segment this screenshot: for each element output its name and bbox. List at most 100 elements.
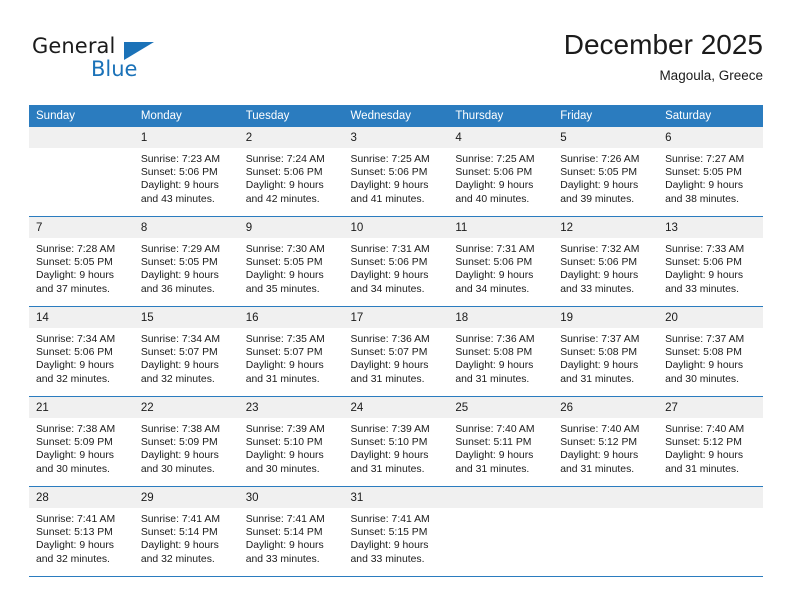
- day-cell[interactable]: 25 Sunrise: 7:40 AM Sunset: 5:11 PM Dayl…: [448, 396, 554, 487]
- day-cell[interactable]: [448, 486, 554, 577]
- sunset-text: Sunset: 5:06 PM: [350, 257, 428, 269]
- day-cell[interactable]: [658, 486, 763, 577]
- day-cell[interactable]: 13 Sunrise: 7:33 AM Sunset: 5:06 PM Dayl…: [658, 216, 763, 307]
- day-cell[interactable]: 21 Sunrise: 7:38 AM Sunset: 5:09 PM Dayl…: [29, 396, 134, 487]
- daylight-text-line2: and 30 minutes.: [245, 463, 320, 475]
- daylight-text-line2: and 30 minutes.: [665, 373, 739, 385]
- sunrise-text: Sunrise: 7:38 AM: [36, 424, 116, 435]
- daylight-text-line1: Daylight: 9 hours: [560, 270, 639, 282]
- day-number: 9: [238, 217, 344, 238]
- day-details: [658, 508, 763, 513]
- sunset-text: Sunset: 5:15 PM: [350, 527, 428, 539]
- daylight-text-line2: and 30 minutes.: [140, 463, 215, 475]
- day-number: 20: [658, 307, 763, 328]
- weekday-header-thursday: Thursday: [448, 105, 554, 127]
- daylight-text-line2: and 32 minutes.: [140, 373, 215, 385]
- day-cell[interactable]: [29, 127, 134, 217]
- day-cell[interactable]: 14 Sunrise: 7:34 AM Sunset: 5:06 PM Dayl…: [29, 306, 134, 397]
- day-details: [553, 508, 658, 513]
- day-cell[interactable]: 28 Sunrise: 7:41 AM Sunset: 5:13 PM Dayl…: [29, 486, 134, 577]
- day-number: 6: [658, 127, 763, 148]
- day-cell[interactable]: 4 Sunrise: 7:25 AM Sunset: 5:06 PM Dayli…: [448, 127, 554, 217]
- day-number: [553, 487, 659, 508]
- day-cell[interactable]: 8 Sunrise: 7:29 AM Sunset: 5:05 PM Dayli…: [133, 216, 239, 307]
- day-details: Sunrise: 7:41 AM Sunset: 5:14 PM Dayligh…: [239, 508, 344, 566]
- day-cell[interactable]: 30 Sunrise: 7:41 AM Sunset: 5:14 PM Dayl…: [238, 486, 344, 577]
- day-cell[interactable]: [553, 486, 659, 577]
- sunrise-text: Sunrise: 7:41 AM: [36, 514, 116, 525]
- sunrise-text: Sunrise: 7:39 AM: [245, 424, 325, 435]
- weekday-header-sunday: Sunday: [29, 105, 134, 127]
- day-cell[interactable]: 27 Sunrise: 7:40 AM Sunset: 5:12 PM Dayl…: [658, 396, 763, 487]
- daylight-text-line2: and 33 minutes.: [245, 553, 320, 565]
- day-cell[interactable]: 26 Sunrise: 7:40 AM Sunset: 5:12 PM Dayl…: [553, 396, 659, 487]
- day-number: 11: [448, 217, 554, 238]
- week-row: 28 Sunrise: 7:41 AM Sunset: 5:13 PM Dayl…: [29, 486, 763, 577]
- day-number: [658, 487, 763, 508]
- day-details: Sunrise: 7:39 AM Sunset: 5:10 PM Dayligh…: [344, 418, 449, 476]
- day-details: [448, 508, 553, 513]
- day-cell[interactable]: 22 Sunrise: 7:38 AM Sunset: 5:09 PM Dayl…: [133, 396, 239, 487]
- daylight-text-line1: Daylight: 9 hours: [665, 180, 744, 192]
- daylight-text-line2: and 31 minutes.: [560, 463, 635, 475]
- day-cell[interactable]: 6 Sunrise: 7:27 AM Sunset: 5:05 PM Dayli…: [658, 127, 763, 217]
- day-cell[interactable]: 17 Sunrise: 7:36 AM Sunset: 5:07 PM Dayl…: [343, 306, 449, 397]
- daylight-text-line1: Daylight: 9 hours: [245, 450, 324, 462]
- day-cell[interactable]: 9 Sunrise: 7:30 AM Sunset: 5:05 PM Dayli…: [238, 216, 344, 307]
- day-details: Sunrise: 7:40 AM Sunset: 5:12 PM Dayligh…: [658, 418, 763, 476]
- daylight-text-line1: Daylight: 9 hours: [140, 450, 219, 462]
- sunrise-text: Sunrise: 7:27 AM: [665, 154, 745, 165]
- week-row: 14 Sunrise: 7:34 AM Sunset: 5:06 PM Dayl…: [29, 306, 763, 397]
- day-cell[interactable]: 12 Sunrise: 7:32 AM Sunset: 5:06 PM Dayl…: [553, 216, 659, 307]
- general-blue-logo[interactable]: General Blue: [29, 28, 229, 90]
- day-details: Sunrise: 7:34 AM Sunset: 5:07 PM Dayligh…: [134, 328, 239, 386]
- day-cell[interactable]: 5 Sunrise: 7:26 AM Sunset: 5:05 PM Dayli…: [553, 127, 659, 217]
- day-cell[interactable]: 31 Sunrise: 7:41 AM Sunset: 5:15 PM Dayl…: [343, 486, 449, 577]
- day-number: 27: [658, 397, 763, 418]
- day-number: 12: [553, 217, 659, 238]
- sunrise-text: Sunrise: 7:26 AM: [560, 154, 640, 165]
- daylight-text-line1: Daylight: 9 hours: [665, 270, 744, 282]
- day-number: 17: [343, 307, 449, 328]
- day-cell[interactable]: 15 Sunrise: 7:34 AM Sunset: 5:07 PM Dayl…: [133, 306, 239, 397]
- day-cell[interactable]: 18 Sunrise: 7:36 AM Sunset: 5:08 PM Dayl…: [448, 306, 554, 397]
- sunset-text: Sunset: 5:09 PM: [140, 437, 218, 449]
- day-details: Sunrise: 7:24 AM Sunset: 5:06 PM Dayligh…: [239, 148, 344, 206]
- sunset-text: Sunset: 5:06 PM: [665, 257, 742, 269]
- day-number: 23: [238, 397, 344, 418]
- sunset-text: Sunset: 5:14 PM: [245, 527, 323, 539]
- sunrise-text: Sunrise: 7:31 AM: [455, 244, 535, 255]
- day-cell[interactable]: 7 Sunrise: 7:28 AM Sunset: 5:05 PM Dayli…: [29, 216, 134, 307]
- day-details: Sunrise: 7:36 AM Sunset: 5:07 PM Dayligh…: [344, 328, 449, 386]
- day-cell[interactable]: 3 Sunrise: 7:25 AM Sunset: 5:06 PM Dayli…: [343, 127, 449, 217]
- day-cell[interactable]: 19 Sunrise: 7:37 AM Sunset: 5:08 PM Dayl…: [553, 306, 659, 397]
- day-cell[interactable]: 2 Sunrise: 7:24 AM Sunset: 5:06 PM Dayli…: [238, 127, 344, 217]
- day-cell[interactable]: 29 Sunrise: 7:41 AM Sunset: 5:14 PM Dayl…: [133, 486, 239, 577]
- day-number: 26: [553, 397, 659, 418]
- day-cell[interactable]: 24 Sunrise: 7:39 AM Sunset: 5:10 PM Dayl…: [343, 396, 449, 487]
- day-details: Sunrise: 7:39 AM Sunset: 5:10 PM Dayligh…: [239, 418, 344, 476]
- sunset-text: Sunset: 5:05 PM: [36, 257, 113, 269]
- sunrise-text: Sunrise: 7:24 AM: [245, 154, 325, 165]
- day-details: Sunrise: 7:40 AM Sunset: 5:12 PM Dayligh…: [553, 418, 658, 476]
- daylight-text-line2: and 31 minutes.: [350, 463, 425, 475]
- daylight-text-line1: Daylight: 9 hours: [350, 540, 429, 552]
- daylight-text-line2: and 34 minutes.: [350, 283, 425, 295]
- day-cell[interactable]: 10 Sunrise: 7:31 AM Sunset: 5:06 PM Dayl…: [343, 216, 449, 307]
- week-row: 1 Sunrise: 7:23 AM Sunset: 5:06 PM Dayli…: [29, 127, 763, 217]
- logo-text-general: General: [32, 34, 116, 58]
- day-cell[interactable]: 11 Sunrise: 7:31 AM Sunset: 5:06 PM Dayl…: [448, 216, 554, 307]
- sunrise-text: Sunrise: 7:41 AM: [350, 514, 430, 525]
- day-cell[interactable]: 16 Sunrise: 7:35 AM Sunset: 5:07 PM Dayl…: [238, 306, 344, 397]
- day-cell[interactable]: 20 Sunrise: 7:37 AM Sunset: 5:08 PM Dayl…: [658, 306, 763, 397]
- day-cell[interactable]: 23 Sunrise: 7:39 AM Sunset: 5:10 PM Dayl…: [238, 396, 344, 487]
- sunrise-text: Sunrise: 7:38 AM: [140, 424, 220, 435]
- day-details: Sunrise: 7:25 AM Sunset: 5:06 PM Dayligh…: [448, 148, 553, 206]
- logo-text-blue: Blue: [91, 57, 138, 81]
- day-details: Sunrise: 7:26 AM Sunset: 5:05 PM Dayligh…: [553, 148, 658, 206]
- day-cell[interactable]: 1 Sunrise: 7:23 AM Sunset: 5:06 PM Dayli…: [133, 127, 239, 217]
- sunset-text: Sunset: 5:06 PM: [455, 167, 533, 179]
- daylight-text-line1: Daylight: 9 hours: [560, 360, 639, 372]
- day-details: Sunrise: 7:31 AM Sunset: 5:06 PM Dayligh…: [344, 238, 449, 296]
- sunrise-text: Sunrise: 7:33 AM: [665, 244, 745, 255]
